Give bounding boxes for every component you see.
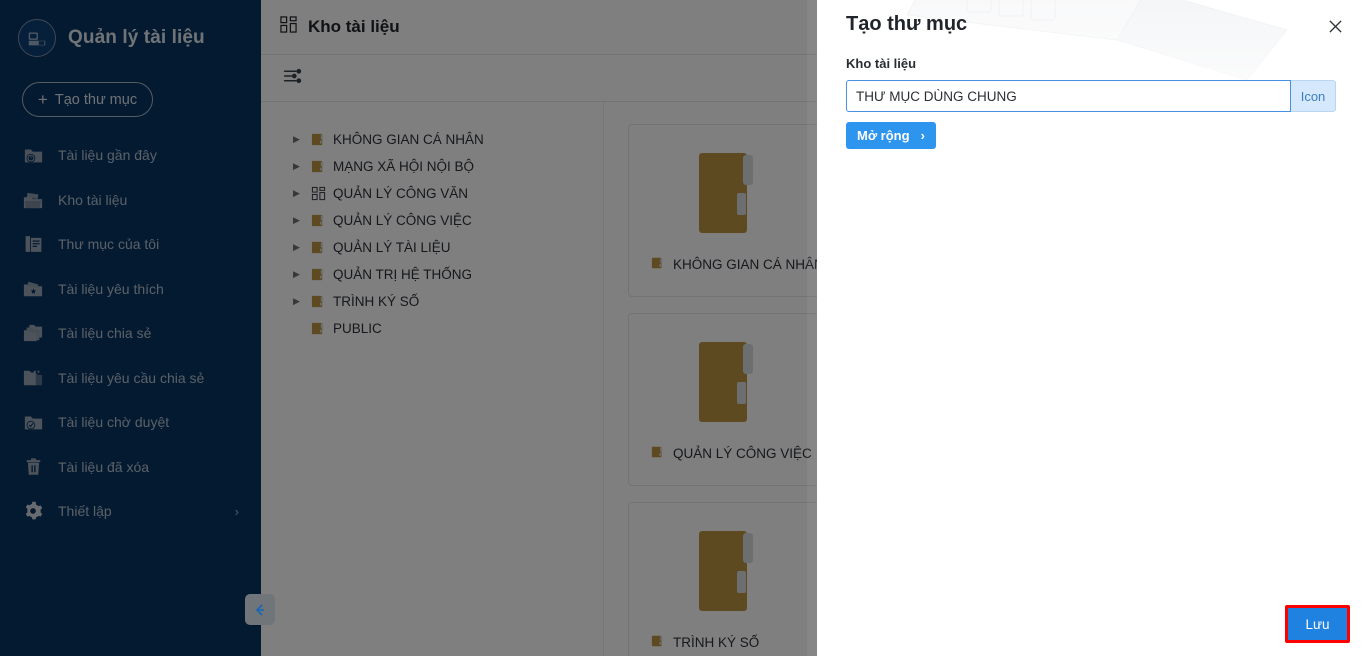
chevron-right-icon: › xyxy=(920,128,925,143)
expand-button-label: Mở rộng xyxy=(857,128,910,143)
folder-name-input[interactable] xyxy=(846,80,1291,112)
field-label: Kho tài liệu xyxy=(846,56,917,71)
save-button-highlight: Lưu xyxy=(1285,605,1350,643)
close-icon[interactable] xyxy=(1321,12,1349,40)
save-button[interactable]: Lưu xyxy=(1288,608,1347,640)
create-folder-modal: Tạo thư mục Kho tài liệu Icon Mở rộng › … xyxy=(817,0,1365,656)
sidebar-collapse-button[interactable] xyxy=(245,594,275,625)
arrow-left-icon xyxy=(255,603,264,616)
expand-button[interactable]: Mở rộng › xyxy=(846,122,936,149)
application-window: Quản lý tài liệu + Tạo thư mục Tài liệu … xyxy=(0,0,1365,656)
icon-picker-button[interactable]: Icon xyxy=(1291,80,1336,112)
modal-title: Tạo thư mục xyxy=(846,13,968,35)
folder-name-field-row: Icon xyxy=(846,80,1336,112)
page-scrollbar[interactable] xyxy=(807,0,817,656)
